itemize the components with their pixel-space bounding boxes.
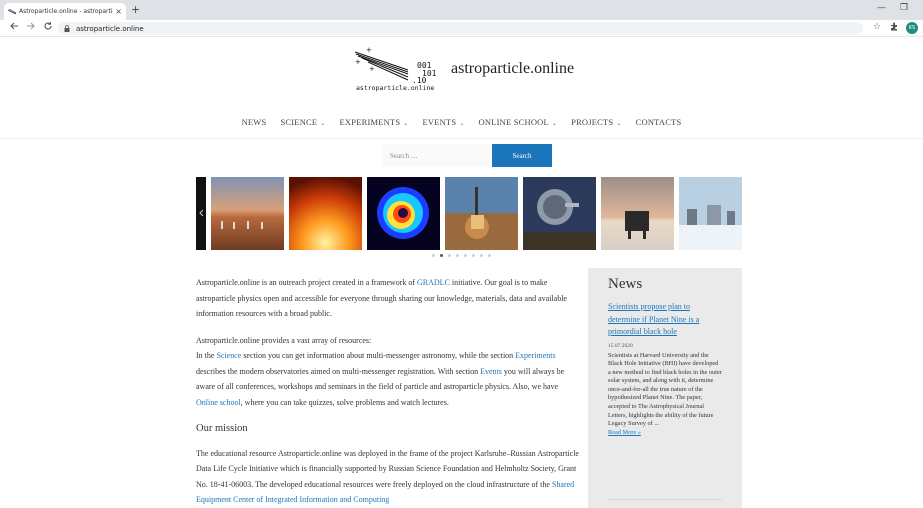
resources-paragraph: Astroparticle.online provides a vast arr… [196, 335, 565, 407]
carousel-slide-detector[interactable] [445, 177, 518, 250]
main-content: Astroparticle.online is an outreach proj… [196, 275, 581, 508]
carousel-slide-telescope[interactable] [523, 177, 596, 250]
carousel-slide-observatory-field[interactable] [211, 177, 284, 250]
carousel-dot[interactable] [480, 254, 483, 257]
online-school-link[interactable]: Online school [196, 398, 241, 407]
extensions-puzzle-icon[interactable] [890, 22, 899, 34]
read-more-link[interactable]: Read More » [608, 429, 722, 436]
main-navigation: NEWS SCIENCE ⌄ EXPERIMENTS ⌄ EVENTS ⌄ ONLIN… [0, 117, 923, 127]
tab-close-icon[interactable]: × [115, 7, 122, 16]
carousel-slide-station-sunset[interactable] [601, 177, 674, 250]
image-carousel[interactable] [196, 177, 742, 250]
chevron-down-icon: ⌄ [320, 121, 326, 127]
carousel-slide-sun[interactable] [289, 177, 362, 250]
experiments-link[interactable]: Experiments [515, 351, 555, 360]
carousel-dot[interactable] [464, 254, 467, 257]
carousel-slide-black-hole[interactable] [367, 177, 440, 250]
carousel-dot-active[interactable] [440, 254, 443, 257]
svg-text:+: + [355, 58, 361, 66]
url-text: astroparticle.online [76, 24, 144, 33]
news-sidebar: News Scientists propose plan to determin… [588, 268, 742, 508]
intro-paragraph: Astroparticle.online is an outreach proj… [196, 278, 567, 318]
nav-item-news[interactable]: NEWS [235, 117, 274, 127]
bookmark-star-icon[interactable]: ☆ [873, 22, 881, 32]
chevron-down-icon: ⌄ [403, 121, 409, 127]
search-button[interactable]: Search [492, 144, 552, 167]
restore-window-button[interactable]: ❐ [900, 3, 908, 13]
news-item-excerpt: Scientists at Harvard University and the… [608, 351, 722, 428]
profile-avatar[interactable]: KS [906, 22, 918, 34]
carousel-slide-ice-station[interactable] [679, 177, 742, 250]
gradlc-link[interactable]: GRADLC [417, 278, 450, 287]
minimize-window-button[interactable]: — [877, 3, 886, 13]
carousel-dot[interactable] [472, 254, 475, 257]
lock-icon [64, 25, 70, 32]
mission-paragraph: The educational resource Astroparticle.o… [196, 448, 579, 505]
sidebar-heading: News [608, 276, 643, 292]
carousel-dot[interactable] [456, 254, 459, 257]
chevron-down-icon: ⌄ [616, 121, 622, 127]
events-link[interactable]: Events [480, 367, 502, 376]
nav-item-projects[interactable]: PROJECTS ⌄ [564, 117, 628, 127]
nav-item-contacts[interactable]: CONTACTS [629, 117, 689, 127]
chevron-down-icon: ⌄ [551, 121, 558, 127]
carousel-dot[interactable] [448, 254, 451, 257]
browser-tab[interactable]: Astroparticle.online - astropartic × [4, 3, 126, 20]
tab-title: Astroparticle.online - astropartic [19, 8, 114, 15]
browser-tab-strip: Astroparticle.online - astropartic × + —… [0, 0, 923, 20]
carousel-dot[interactable] [488, 254, 491, 257]
reload-icon[interactable] [43, 21, 53, 34]
search-input[interactable] [383, 144, 491, 167]
science-link[interactable]: Science [216, 351, 241, 360]
site-favicon-icon [8, 8, 16, 16]
nav-item-events[interactable]: EVENTS ⌄ [416, 117, 472, 127]
chevron-down-icon: ⌄ [459, 121, 465, 127]
nav-item-online-school[interactable]: ONLINE SCHOOL ⌄ [472, 117, 565, 127]
carousel-dot[interactable] [432, 254, 435, 257]
sidebar-divider [608, 499, 722, 500]
svg-text:+: + [369, 65, 375, 73]
mission-heading: Our mission [196, 423, 248, 434]
news-item-date: 15.07.2020 [608, 342, 633, 349]
nav-item-experiments[interactable]: EXPERIMENTS ⌄ [333, 117, 416, 127]
logo-caption: astroparticle.online [356, 84, 435, 92]
site-title[interactable]: astroparticle.online [451, 60, 574, 78]
forward-arrow-icon[interactable] [26, 21, 36, 34]
nav-item-science[interactable]: SCIENCE ⌄ [273, 117, 332, 127]
new-tab-button[interactable]: + [131, 3, 140, 16]
carousel-dots [0, 254, 923, 257]
nav-divider [0, 138, 923, 139]
news-item-title[interactable]: Scientists propose plan to determine if … [608, 301, 722, 339]
browser-toolbar: astroparticle.online ☆ KS [0, 20, 923, 37]
address-bar[interactable]: astroparticle.online [58, 22, 863, 35]
carousel-slide-partial[interactable] [196, 177, 206, 250]
svg-text:+: + [366, 46, 372, 54]
back-arrow-icon[interactable] [9, 21, 19, 34]
